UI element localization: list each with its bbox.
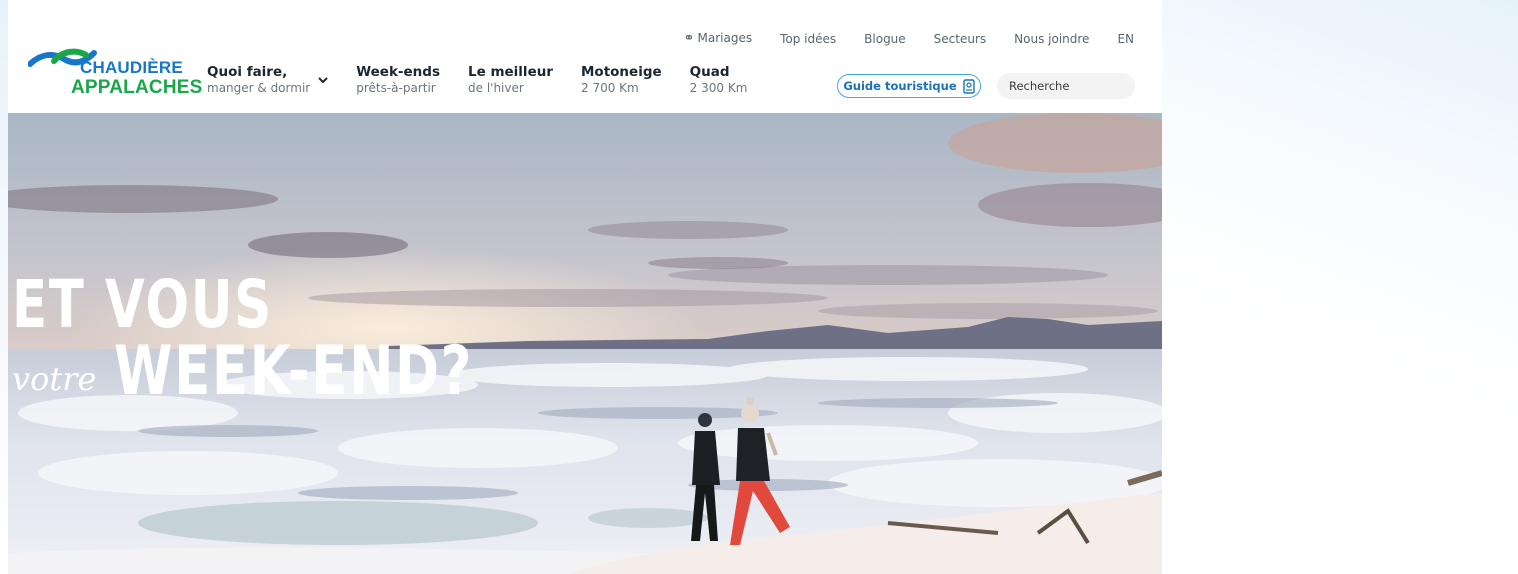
utility-nav: ⚭ Mariages Top idées Blogue Secteurs Nous… (656, 31, 1134, 46)
utility-link-secteurs[interactable]: Secteurs (934, 32, 986, 46)
nav-item-subtitle: 2 700 Km (581, 81, 639, 95)
nav-item-title: Le meilleur (468, 64, 553, 80)
hero-headline-script: votre (12, 360, 97, 398)
guide-button-label: Guide touristique (843, 79, 957, 93)
utility-link-blogue[interactable]: Blogue (864, 32, 906, 46)
hero-headline-line2: WEEK-END? (114, 332, 474, 411)
hero-headline-line2-row: votre WEEK-END? (12, 338, 575, 406)
language-toggle[interactable]: EN (1117, 32, 1134, 46)
nav-item-title: Quoi faire, (207, 64, 288, 80)
site-header: ⚭ Mariages Top idées Blogue Secteurs Nous… (8, 14, 1162, 113)
nav-item-title: Week-ends (356, 64, 440, 80)
nav-item-quad[interactable]: Quad 2 300 Km (690, 64, 748, 97)
utility-link-mariages[interactable]: ⚭ Mariages (684, 31, 753, 46)
nav-item-motoneige[interactable]: Motoneige 2 700 Km (581, 64, 662, 97)
rings-icon: ⚭ (683, 31, 695, 46)
hero-banner: ET VOUS votre WEEK-END? (8, 113, 1162, 574)
utility-link-top-idees[interactable]: Top idées (780, 32, 836, 46)
hero-headline: ET VOUS votre WEEK-END? (12, 266, 472, 406)
nav-item-title: Motoneige (581, 64, 662, 80)
logo-text-appalaches: APPALACHES (71, 77, 203, 98)
logo-text-chaudiere: CHAUDIÈRE (80, 58, 183, 77)
chevron-down-icon (318, 77, 328, 84)
page-background (1162, 0, 1518, 574)
nav-item-le-meilleur[interactable]: Le meilleur de l'hiver (468, 64, 553, 97)
site-logo[interactable]: CHAUDIÈRE APPALACHES (28, 47, 202, 103)
nav-item-subtitle: manger & dormir (207, 81, 311, 95)
nav-item-week-ends[interactable]: Week-ends prêts-à-partir (356, 64, 440, 97)
guide-touristique-button[interactable]: Guide touristique (837, 74, 981, 98)
nav-item-subtitle: prêts-à-partir (356, 81, 436, 95)
nav-item-title: Quad (689, 64, 730, 80)
utility-link-nous-joindre[interactable]: Nous joindre (1014, 32, 1089, 46)
nav-item-subtitle: 2 300 Km (689, 81, 748, 95)
nav-item-subtitle: de l'hiver (468, 81, 524, 95)
utility-link-label: Mariages (697, 31, 753, 45)
search-input[interactable] (997, 73, 1135, 99)
brochure-icon (962, 78, 975, 94)
hero-headline-line1: ET VOUS (12, 266, 273, 343)
site-frame: ⚭ Mariages Top idées Blogue Secteurs Nous… (8, 14, 1162, 574)
page-background-left (0, 0, 8, 574)
nav-item-quoi-faire[interactable]: Quoi faire, manger & dormir (207, 64, 328, 97)
main-nav: Quoi faire, manger & dormir Week-ends pr… (207, 64, 775, 97)
